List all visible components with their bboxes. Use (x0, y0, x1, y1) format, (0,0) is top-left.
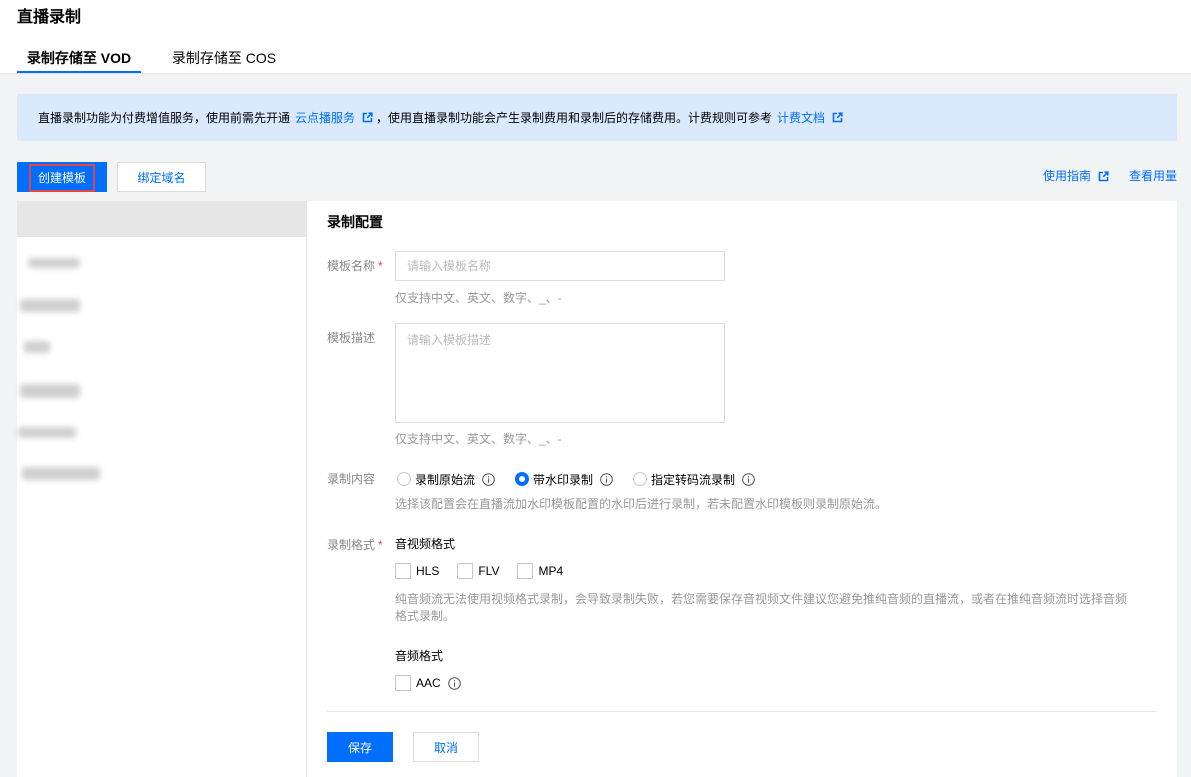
info-icon[interactable] (447, 676, 461, 690)
template-name-input[interactable] (395, 251, 725, 281)
checkbox[interactable] (395, 675, 411, 691)
info-icon[interactable] (600, 472, 613, 486)
checkbox-option-mp4[interactable]: MP4 (517, 563, 563, 579)
checkbox-label: AAC (416, 676, 441, 690)
audio-format-title: 音频格式 (395, 649, 444, 663)
checkbox[interactable] (517, 563, 534, 579)
audio-format-checkbox-group: AAC (395, 674, 461, 692)
checkbox-option-hls[interactable]: HLS (395, 563, 439, 579)
external-link-icon (832, 112, 843, 123)
checkbox-label: HLS (416, 564, 440, 578)
cancel-button[interactable]: 取消 (413, 732, 479, 762)
list-item[interactable] (20, 299, 80, 312)
radio-option-transcode-stream[interactable]: 指定转码流录制 (633, 471, 755, 488)
link-label: 查看用量 (1129, 169, 1178, 183)
template-name-hint: 仅支持中文、英文、数字、_、- (395, 291, 562, 305)
checkbox-option-flv[interactable]: FLV (457, 563, 499, 579)
template-name-label: 模板名称 * (327, 257, 383, 275)
list-item[interactable] (22, 467, 100, 480)
live-recording-page: 直播录制 录制存储至 VOD 录制存储至 COS 直播录制功能为付费增值服务，使… (0, 0, 1191, 777)
av-format-hint: 纯音频流无法使用视频格式录制，会导致录制失败，若您需要保存音视频文件建议您避免推… (395, 592, 1128, 623)
radio-button[interactable] (633, 472, 648, 486)
template-description-input[interactable] (395, 323, 725, 423)
cloud-vod-service-link[interactable]: 云点播服务 (295, 109, 376, 126)
billing-doc-link[interactable]: 计费文档 (777, 109, 846, 126)
required-mark: * (378, 538, 383, 552)
record-format-label: 录制格式 * (327, 536, 383, 554)
button-label: 绑定域名 (137, 170, 186, 185)
bind-domain-button[interactable]: 绑定域名 (117, 162, 206, 192)
av-format-checkbox-group: HLS FLV MP4 (395, 562, 563, 580)
radio-label: 指定转码流录制 (651, 472, 736, 487)
template-description-hint: 仅支持中文、英文、数字、_、- (395, 432, 562, 446)
button-label: 保存 (347, 740, 372, 755)
section-title: 录制配置 (327, 214, 383, 230)
form-divider (327, 711, 1157, 712)
radio-button[interactable] (397, 472, 411, 486)
checkbox-option-aac[interactable]: AAC (395, 675, 461, 691)
required-mark: * (378, 259, 383, 273)
av-format-title: 音视频格式 (395, 537, 456, 551)
info-icon[interactable] (482, 472, 495, 486)
checkbox-label: FLV (478, 564, 500, 578)
record-content-label: 录制内容 (327, 472, 376, 486)
save-button[interactable]: 保存 (327, 732, 393, 762)
notice-text: ，使用直播录制功能会产生录制费用和录制后的存储费用。计费规则可参考 (376, 111, 773, 125)
list-item[interactable] (18, 427, 76, 438)
radio-option-raw-stream[interactable]: 录制原始流 (397, 471, 495, 488)
tab-record-to-vod[interactable]: 录制存储至 VOD (17, 44, 141, 73)
info-icon[interactable] (742, 472, 755, 486)
list-item[interactable] (28, 258, 80, 268)
list-item[interactable] (24, 341, 50, 353)
notice-banner: 直播录制功能为付费增值服务，使用前需先开通 云点播服务 ，使用直播录制功能会产生… (17, 94, 1177, 141)
link-label: 计费文档 (777, 111, 826, 125)
checkbox-label: MP4 (538, 564, 564, 578)
link-label: 云点播服务 (295, 111, 356, 125)
tab-record-to-cos[interactable]: 录制存储至 COS (157, 44, 291, 73)
radio-button[interactable] (515, 472, 530, 486)
radio-option-watermark[interactable]: 带水印录制 (515, 471, 613, 488)
record-content-hint: 选择该配置会在直播流加水印模板配置的水印后进行录制，若未配置水印模板则录制原始流… (395, 497, 888, 511)
user-guide-link[interactable]: 使用指南 (1043, 167, 1112, 185)
external-link-icon (1098, 170, 1109, 182)
label-text: 模板名称 (327, 259, 376, 273)
external-link-icon (362, 112, 373, 123)
notice-text: 直播录制功能为付费增值服务，使用前需先开通 (38, 111, 291, 125)
tab-label: 录制存储至 VOD (26, 50, 132, 66)
page-title: 直播录制 (17, 9, 82, 26)
template-list (17, 201, 306, 777)
radio-label: 录制原始流 (415, 472, 476, 487)
button-label: 创建模板 (37, 170, 86, 185)
label-text: 录制格式 (327, 538, 376, 552)
radio-label: 带水印录制 (533, 472, 594, 487)
checkbox[interactable] (395, 563, 411, 579)
list-item[interactable] (20, 384, 80, 398)
template-list-header (17, 201, 306, 237)
tab-label: 录制存储至 COS (171, 50, 277, 66)
view-usage-link[interactable]: 查看用量 (1129, 167, 1177, 185)
record-content-radio-group: 录制原始流 带水印录制 指定转码流录制 (397, 470, 755, 488)
checkbox[interactable] (457, 563, 474, 579)
button-label: 取消 (433, 740, 458, 755)
template-description-label: 模板描述 (327, 331, 376, 345)
create-template-button[interactable]: 创建模板 (17, 162, 107, 192)
link-label: 使用指南 (1043, 169, 1092, 183)
